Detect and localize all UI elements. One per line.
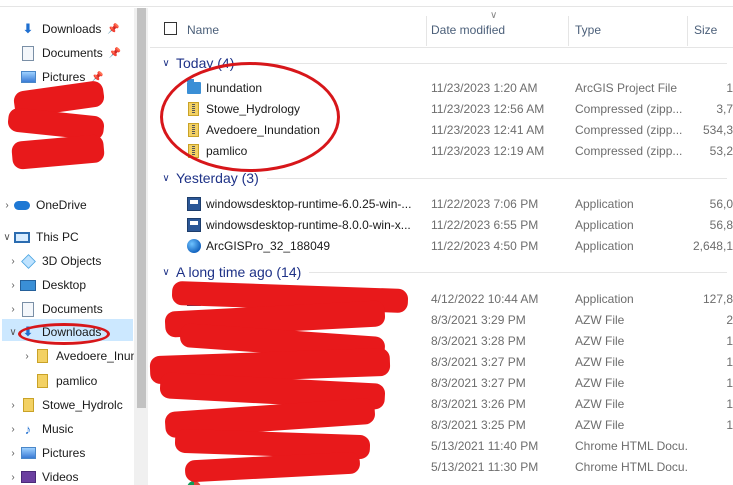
nav-scrollbar[interactable] xyxy=(134,8,148,485)
column-divider[interactable] xyxy=(568,16,569,46)
navigation-pane[interactable]: ⬇ Downloads 📌 Documents 📌 Pictures 📌 › O… xyxy=(0,8,148,485)
column-date-modified[interactable]: Date modified xyxy=(431,23,505,37)
chevron-down-icon[interactable]: ∨ xyxy=(156,58,176,69)
column-divider[interactable] xyxy=(687,16,688,46)
nav-pictures[interactable]: › Pictures xyxy=(6,442,85,464)
file-row[interactable]: windowsdesktop-runtime-8.0.0-win-x... 11… xyxy=(150,214,733,235)
nav-videos[interactable]: › Videos xyxy=(6,466,78,485)
column-name[interactable]: Name xyxy=(187,23,219,37)
nav-quick-documents[interactable]: Documents 📌 xyxy=(6,42,121,64)
cube-icon xyxy=(20,253,36,269)
nav-avedoere[interactable]: › Avedoere_Inun xyxy=(20,345,137,367)
chevron-down-icon[interactable]: ∨ xyxy=(0,232,14,243)
chevron-right-icon[interactable]: › xyxy=(6,256,20,267)
sort-chevron-icon: ∨ xyxy=(490,10,498,21)
chevron-down-icon[interactable]: ∨ xyxy=(156,267,176,278)
video-icon xyxy=(20,469,36,485)
circle-annotation xyxy=(160,62,340,172)
nav-stowe[interactable]: › Stowe_Hydrolc xyxy=(6,394,123,416)
column-header-row: Name ∨ Date modified Type Size xyxy=(150,8,733,48)
nav-scrollbar-thumb[interactable] xyxy=(137,8,146,408)
nav-onedrive[interactable]: › OneDrive xyxy=(0,194,86,216)
circle-annotation xyxy=(18,323,110,345)
download-arrow-icon: ⬇ xyxy=(22,21,34,36)
cloud-icon xyxy=(14,197,30,213)
chevron-right-icon[interactable]: › xyxy=(0,200,14,211)
computer-icon xyxy=(14,229,30,245)
zip-folder-icon xyxy=(34,373,50,389)
nav-quick-downloads[interactable]: ⬇ Downloads 📌 xyxy=(6,18,120,40)
chevron-right-icon[interactable]: › xyxy=(6,424,20,435)
group-divider xyxy=(309,271,727,273)
chevron-right-icon[interactable]: › xyxy=(6,280,20,291)
column-divider[interactable] xyxy=(426,16,427,46)
installer-icon xyxy=(186,217,201,232)
chevron-right-icon[interactable]: › xyxy=(6,472,20,483)
nav-3d-objects[interactable]: › 3D Objects xyxy=(6,250,101,272)
music-note-icon: ♪ xyxy=(24,421,32,437)
installer-icon xyxy=(186,196,201,211)
column-size[interactable]: Size xyxy=(694,23,717,37)
chevron-right-icon[interactable]: › xyxy=(6,304,20,315)
nav-pamlico[interactable]: pamlico xyxy=(20,370,97,392)
chevron-right-icon[interactable]: › xyxy=(6,448,20,459)
chevron-down-icon[interactable]: ∨ xyxy=(156,173,176,184)
nav-this-pc[interactable]: ∨ This PC xyxy=(0,226,78,248)
nav-music[interactable]: › ♪ Music xyxy=(6,418,73,440)
group-divider xyxy=(242,62,727,64)
picture-icon xyxy=(20,69,36,85)
group-divider xyxy=(266,177,727,179)
chevron-right-icon[interactable]: › xyxy=(6,400,20,411)
group-header-long-ago[interactable]: ∨ A long time ago (14) xyxy=(150,261,733,283)
document-icon xyxy=(20,45,36,61)
nav-desktop[interactable]: › Desktop xyxy=(6,274,86,296)
document-icon xyxy=(20,301,36,317)
picture-icon xyxy=(20,445,36,461)
pin-icon: 📌 xyxy=(107,23,120,35)
column-type[interactable]: Type xyxy=(575,23,601,37)
select-all-checkbox[interactable] xyxy=(164,22,177,35)
nav-documents[interactable]: › Documents xyxy=(6,298,103,320)
pin-icon: 📌 xyxy=(108,47,122,59)
desktop-icon xyxy=(20,277,36,293)
file-row[interactable]: windowsdesktop-runtime-6.0.25-win-... 11… xyxy=(150,193,733,214)
zip-folder-icon xyxy=(20,397,36,413)
zip-folder-icon xyxy=(34,348,50,364)
file-row[interactable]: ArcGISPro_32_188049 11/22/2023 4:50 PM A… xyxy=(150,235,733,256)
chevron-right-icon[interactable]: › xyxy=(20,351,34,362)
address-bar-strip xyxy=(0,0,733,7)
arcgis-globe-icon xyxy=(186,238,201,253)
